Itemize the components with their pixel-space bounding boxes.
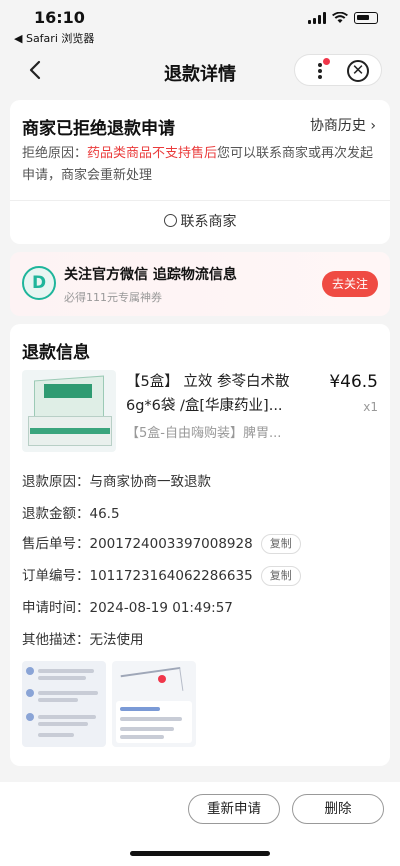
refund-reason-row: 退款原因：与商家协商一致退款: [22, 470, 211, 490]
nav-bar: 退款详情 ✕: [0, 48, 400, 96]
refund-info-card: 退款信息 【5盒】 立效 参苓白术散6g*6袋 /盒[华康药业]... 【5盒-…: [10, 324, 390, 766]
status-bar: 16:10 ◀ Safari 浏览器: [0, 0, 400, 48]
battery-icon: [354, 12, 378, 24]
apply-time-row: 申请时间：2024-08-19 01:49:57: [22, 596, 233, 616]
chat-icon: [163, 214, 177, 227]
row-label: 订单编号：: [22, 568, 90, 584]
wifi-icon: [332, 12, 348, 23]
reapply-button[interactable]: 重新申请: [188, 794, 280, 824]
product-quantity: x1: [363, 400, 378, 414]
contact-merchant-button[interactable]: 联系商家: [10, 200, 390, 244]
copy-after-sale-number-button[interactable]: 复制: [260, 534, 301, 554]
brand-logo-icon: [22, 266, 56, 300]
bottom-action-bar: 重新申请 删除: [0, 782, 400, 866]
other-description-row: 其他描述：无法使用: [22, 628, 144, 648]
row-value: 2001724003397008928: [89, 536, 253, 552]
product-price: ¥46.5: [329, 372, 378, 392]
row-label: 申请时间：: [22, 600, 90, 616]
reject-reason-highlight: 药品类商品不支持售后: [87, 146, 218, 161]
follow-wechat-banner[interactable]: 关注官方微信 追踪物流信息 必得111元专属神券 去关注: [10, 252, 390, 316]
refund-amount-row: 退款金额：46.5: [22, 502, 120, 522]
more-icon[interactable]: [317, 61, 323, 81]
product-image[interactable]: [22, 370, 116, 452]
negotiation-history-link[interactable]: 协商历史 ›: [310, 115, 376, 135]
copy-order-number-button[interactable]: 复制: [260, 566, 301, 586]
row-value: 2024-08-19 01:49:57: [89, 600, 233, 616]
notification-dot: [323, 58, 330, 65]
row-value: 46.5: [89, 506, 120, 522]
row-label: 其他描述：: [22, 632, 90, 648]
product-spec: 【5盒-自由嗨购装】脾胃...: [126, 426, 282, 441]
attachment-thumbnail[interactable]: [112, 661, 196, 747]
row-value: 与商家协商一致退款: [89, 474, 212, 490]
contact-merchant-label: 联系商家: [180, 214, 237, 230]
order-number-row: 订单编号：1011723164062286635 复制: [22, 564, 301, 586]
row-value: 1011723164062286635: [89, 568, 253, 584]
row-value: 无法使用: [89, 632, 144, 648]
home-indicator: [130, 851, 270, 856]
follow-subtitle: 必得111元专属神券: [64, 291, 162, 304]
attachment-thumbnail[interactable]: [22, 661, 106, 747]
reject-reason-prefix: 拒绝原因：: [22, 146, 88, 161]
after-sale-number-row: 售后单号：2001724003397008928 复制: [22, 532, 301, 554]
refund-info-title: 退款信息: [22, 343, 90, 363]
delete-button[interactable]: 删除: [292, 794, 384, 824]
row-label: 售后单号：: [22, 536, 90, 552]
reject-status-card: 商家已拒绝退款申请 协商历史 › 拒绝原因：药品类商品不支持售后您可以联系商家或…: [10, 100, 390, 244]
mini-program-capsule: ✕: [294, 54, 382, 86]
close-icon[interactable]: ✕: [347, 60, 369, 82]
status-icons: [308, 12, 378, 24]
reject-reason: 拒绝原因：药品类商品不支持售后您可以联系商家或再次发起申请，商家会重新处理: [22, 143, 378, 187]
back-to-safari-link[interactable]: ◀ Safari 浏览器: [14, 30, 94, 46]
row-label: 退款原因：: [22, 474, 90, 490]
status-time: 16:10: [34, 8, 85, 27]
product-name[interactable]: 【5盒】 立效 参苓白术散6g*6袋 /盒[华康药业]...: [126, 370, 310, 418]
follow-title: 关注官方微信 追踪物流信息: [64, 267, 237, 283]
row-label: 退款金额：: [22, 506, 90, 522]
signal-icon: [308, 12, 326, 24]
follow-button[interactable]: 去关注: [322, 271, 378, 297]
reject-title: 商家已拒绝退款申请: [22, 119, 175, 139]
